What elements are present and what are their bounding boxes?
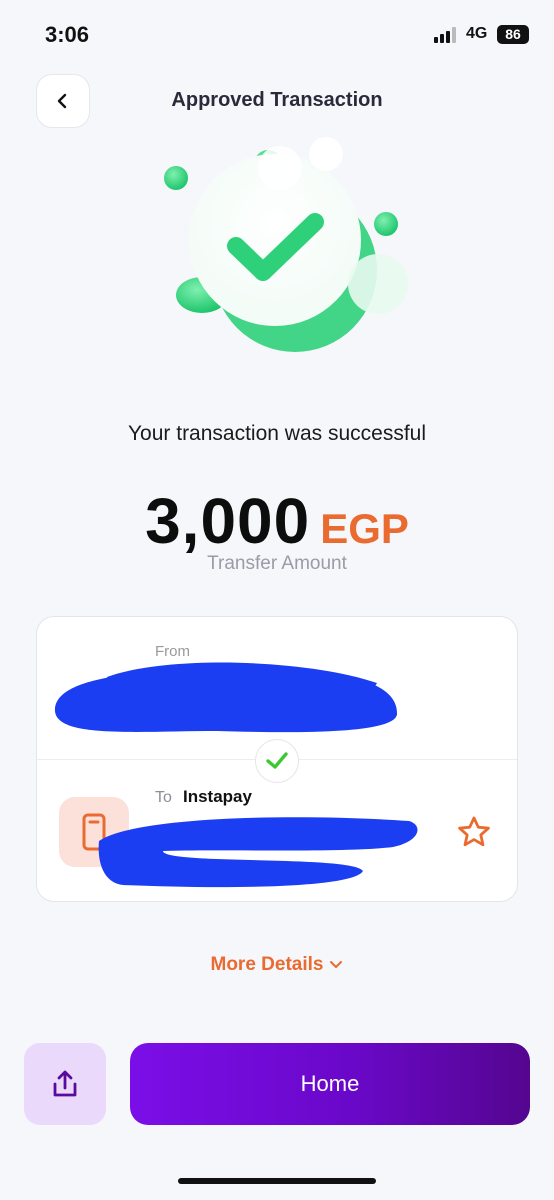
success-illustration: [164, 137, 408, 352]
network-type: 4G: [466, 25, 488, 42]
amount-currency: EGP: [320, 505, 409, 552]
transfer-card: From yourself 37 To Instapay: [36, 616, 518, 902]
status-time: 3:06: [45, 22, 90, 47]
redaction-mark: [54, 662, 398, 733]
more-details-label: More Details: [210, 954, 324, 975]
home-indicator: [178, 1178, 376, 1184]
chevron-down-icon: [330, 960, 343, 968]
success-message: Your transaction was successful: [127, 422, 427, 445]
amount-label: Transfer Amount: [207, 553, 347, 574]
signal-icon: [434, 27, 460, 43]
more-details-button[interactable]: More Details: [0, 954, 554, 976]
favorite-button[interactable]: [455, 813, 493, 851]
star-icon: [458, 816, 490, 847]
amount-row: 3,000 EGP: [0, 484, 554, 558]
share-button[interactable]: [24, 1043, 106, 1125]
recipient-name: Instapay: [183, 787, 252, 806]
share-icon: [53, 1070, 77, 1097]
chevron-left-icon: [57, 93, 67, 109]
home-button[interactable]: Home: [130, 1043, 530, 1125]
battery-icon: 86: [497, 25, 529, 44]
status-bar: 3:06 4G 86: [0, 0, 554, 70]
check-icon: [266, 752, 288, 769]
transfer-check-badge: [255, 739, 299, 783]
to-prefix: To: [155, 789, 172, 806]
back-button[interactable]: [36, 74, 90, 128]
page-title: Approved Transaction: [171, 89, 383, 111]
amount-value: 3,000: [145, 485, 311, 557]
redaction-mark: [98, 817, 418, 888]
